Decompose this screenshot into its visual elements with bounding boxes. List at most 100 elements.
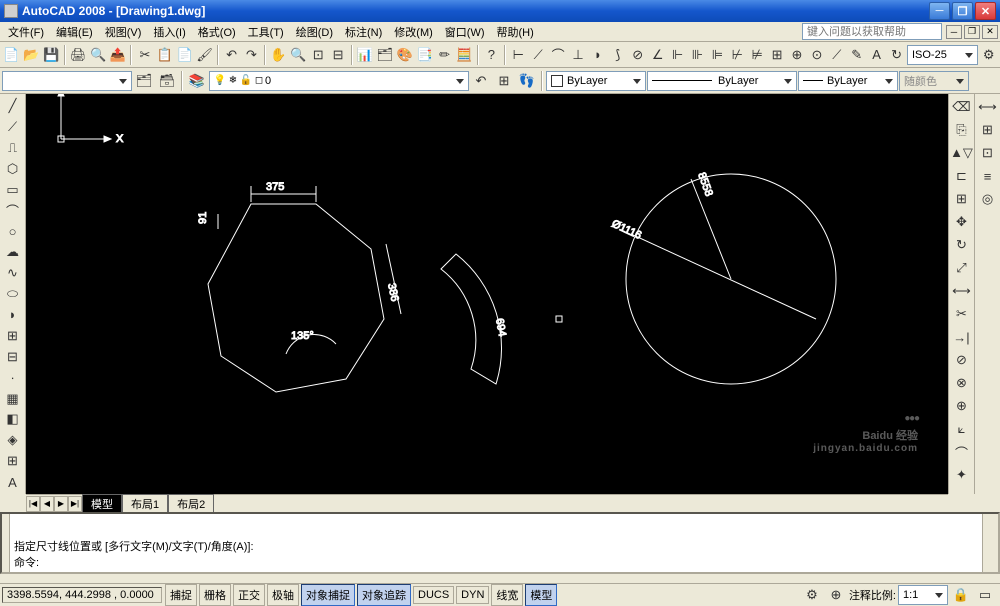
break-at-button[interactable]: ⊘: [951, 349, 973, 371]
menu-format[interactable]: 格式(O): [192, 22, 242, 42]
break-button[interactable]: ⊗: [951, 372, 973, 394]
preview-button[interactable]: 🔍: [89, 44, 108, 66]
zoom-prev-button[interactable]: ⊟: [329, 44, 348, 66]
copy-obj-button[interactable]: ⎘: [951, 119, 973, 141]
arc-button[interactable]: ⌒: [2, 200, 24, 220]
close-button[interactable]: ✕: [975, 2, 996, 20]
paste-button[interactable]: 📄: [175, 44, 194, 66]
help-button[interactable]: ?: [482, 44, 501, 66]
ellipse-arc-button[interactable]: ◗: [2, 305, 24, 325]
mirror-button[interactable]: ▲▽: [951, 142, 973, 164]
rectangle-button[interactable]: ▭: [2, 180, 24, 200]
region-mass-button[interactable]: ⊡: [977, 142, 999, 164]
annotation-vis-icon[interactable]: ⊕: [825, 584, 847, 606]
doc-close-button[interactable]: ✕: [982, 25, 998, 39]
menu-window[interactable]: 窗口(W): [439, 22, 491, 42]
dim-style-dropdown[interactable]: ISO-25: [907, 45, 978, 65]
polyline-button[interactable]: ⎍: [2, 138, 24, 158]
maximize-button[interactable]: ❐: [952, 2, 973, 20]
move-button[interactable]: ✥: [951, 211, 973, 233]
menu-dimension[interactable]: 标注(N): [339, 22, 388, 42]
publish-button[interactable]: 📤: [109, 44, 128, 66]
dim-inspect-button[interactable]: ⊙: [807, 44, 826, 66]
dim-update-button[interactable]: ↻: [887, 44, 906, 66]
redo-button[interactable]: ↷: [242, 44, 261, 66]
id-button[interactable]: ◎: [977, 188, 999, 210]
point-button[interactable]: ∙: [2, 368, 24, 388]
save-button[interactable]: 💾: [42, 44, 61, 66]
scale-dropdown[interactable]: 1:1: [898, 585, 948, 605]
annotation-scale-icon[interactable]: ⚙: [801, 584, 823, 606]
tab-prev-button[interactable]: ◀: [40, 496, 54, 512]
extend-button[interactable]: →|: [951, 326, 973, 348]
snap-toggle[interactable]: 捕捉: [165, 584, 197, 606]
menu-modify[interactable]: 修改(M): [388, 22, 439, 42]
prop-dropdown-1[interactable]: [2, 71, 132, 91]
layer-iso-button[interactable]: ⊞: [493, 70, 515, 92]
layer-dropdown[interactable]: 💡 ❄ 🔓 ◻ 0: [209, 71, 469, 91]
dim-baseline-button[interactable]: ⊪: [688, 44, 707, 66]
dyn-toggle[interactable]: DYN: [456, 586, 489, 604]
ellipse-button[interactable]: ⬭: [2, 284, 24, 304]
line-button[interactable]: ╱: [2, 96, 24, 116]
stretch-button[interactable]: ⟷: [951, 280, 973, 302]
chamfer-button[interactable]: ⟀: [951, 418, 973, 440]
command-prompt[interactable]: 命令:: [14, 554, 978, 570]
tab-first-button[interactable]: |◀: [26, 496, 40, 512]
doc-restore-button[interactable]: ❐: [964, 25, 980, 39]
gradient-button[interactable]: ◧: [2, 409, 24, 429]
lineweight-dropdown[interactable]: ByLayer: [798, 71, 898, 91]
doc-minimize-button[interactable]: ─: [946, 25, 962, 39]
linetype-dropdown[interactable]: ByLayer: [647, 71, 797, 91]
command-grip[interactable]: [2, 514, 10, 572]
dim-jogged-linear-button[interactable]: ⟋: [827, 44, 846, 66]
dim-text-edit-button[interactable]: A: [867, 44, 886, 66]
offset-button[interactable]: ⊏: [951, 165, 973, 187]
erase-button[interactable]: ⌫: [951, 96, 973, 118]
command-scrollbar[interactable]: [982, 514, 998, 572]
layer-mgr-icon[interactable]: 📚: [186, 70, 208, 92]
menu-insert[interactable]: 插入(I): [147, 22, 191, 42]
fillet-button[interactable]: ⌒: [951, 441, 973, 463]
revcloud-button[interactable]: ☁: [2, 242, 24, 262]
zoom-window-button[interactable]: ⊡: [309, 44, 328, 66]
layer-prev-button[interactable]: ↶: [470, 70, 492, 92]
new-button[interactable]: 📄: [2, 44, 21, 66]
polygon-button[interactable]: ⬡: [2, 159, 24, 179]
sheet-set-button[interactable]: 📑: [415, 44, 434, 66]
trim-button[interactable]: ✂: [951, 303, 973, 325]
menu-file[interactable]: 文件(F): [2, 22, 50, 42]
layer-prop-mgr-button[interactable]: 🗂: [133, 70, 155, 92]
dim-diameter-button[interactable]: ⊘: [628, 44, 647, 66]
drawing-viewport[interactable]: 375 91 386 135° 694 Ø1116 8558: [26, 94, 948, 494]
dim-space-button[interactable]: ⊬: [728, 44, 747, 66]
ortho-toggle[interactable]: 正交: [233, 584, 265, 606]
rotate-button[interactable]: ↻: [951, 234, 973, 256]
list-button[interactable]: ≡: [977, 165, 999, 187]
lock-ui-icon[interactable]: 🔒: [950, 584, 972, 606]
model-toggle[interactable]: 模型: [525, 584, 557, 606]
menu-view[interactable]: 视图(V): [99, 22, 148, 42]
dim-tolerance-button[interactable]: ⊞: [768, 44, 787, 66]
match-button[interactable]: 🖌: [195, 44, 214, 66]
osnap-toggle[interactable]: 对象捕捉: [301, 584, 355, 606]
hatch-button[interactable]: ▦: [2, 389, 24, 409]
design-center-button[interactable]: 🗂: [375, 44, 394, 66]
open-button[interactable]: 📂: [22, 44, 41, 66]
tab-layout1[interactable]: 布局1: [122, 494, 168, 514]
make-block-button[interactable]: ⊟: [2, 347, 24, 367]
mtext-button[interactable]: A: [2, 472, 24, 492]
xline-button[interactable]: ⟋: [2, 117, 24, 137]
dim-edit-button[interactable]: ✎: [847, 44, 866, 66]
polar-toggle[interactable]: 极轴: [267, 584, 299, 606]
command-window[interactable]: 指定尺寸线位置或 [多行文字(M)/文字(T)/角度(A)]: 命令:: [0, 512, 1000, 574]
area-button[interactable]: ⊞: [977, 119, 999, 141]
properties-button[interactable]: 📊: [356, 44, 375, 66]
explode-button[interactable]: ✦: [951, 464, 973, 486]
menu-draw[interactable]: 绘图(D): [290, 22, 339, 42]
grid-toggle[interactable]: 栅格: [199, 584, 231, 606]
circle-button[interactable]: ○: [2, 221, 24, 241]
help-search-input[interactable]: [802, 23, 942, 40]
lwt-toggle[interactable]: 线宽: [491, 584, 523, 606]
dim-ordinate-button[interactable]: ⊥: [569, 44, 588, 66]
